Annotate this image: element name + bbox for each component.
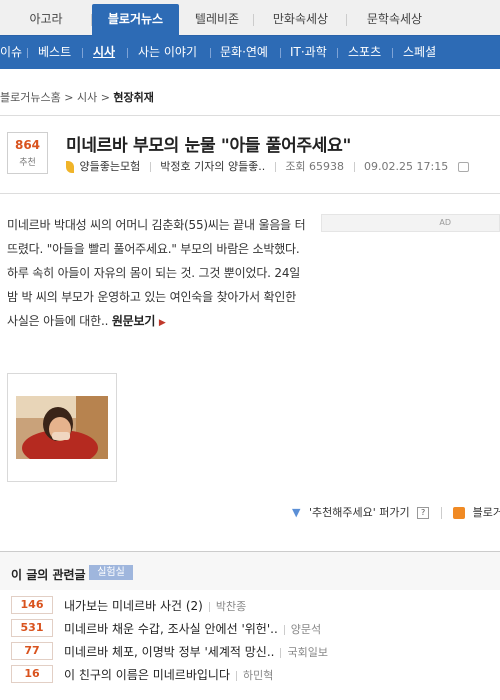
divider bbox=[0, 193, 500, 194]
recommend-row: ▼ '추천해주세요' 퍼가기 ? 블로거.. bbox=[292, 505, 500, 521]
related-posts: 이 글의 관련글 실험실 146 내가보는 미네르바 사건 (2) 박찬종 531… bbox=[0, 551, 500, 700]
related-count: 146 bbox=[11, 596, 53, 614]
related-title-link[interactable]: 이 친구의 이름은 미네르바입니다 bbox=[64, 668, 230, 682]
feather-icon bbox=[66, 161, 74, 173]
related-author[interactable]: 하민혁 bbox=[243, 669, 273, 682]
related-title-link[interactable]: 미네르바 체포, 이명박 정부 '세계적 망신.. bbox=[64, 645, 274, 659]
related-author[interactable]: 박찬종 bbox=[216, 600, 246, 613]
related-item[interactable]: 531 미네르바 채운 수갑, 조사실 안에선 '위헌'.. 양문석 bbox=[0, 619, 500, 639]
blog-name[interactable]: 양들좋는모험 bbox=[80, 160, 141, 174]
help-icon[interactable]: ? bbox=[417, 507, 430, 519]
breadcrumb-current[interactable]: 현장취재 bbox=[113, 91, 153, 104]
blogger-link[interactable]: 블로거.. bbox=[473, 505, 500, 521]
thumbnail-photo bbox=[16, 396, 108, 459]
nav-it-science[interactable]: IT·과학 bbox=[290, 36, 327, 69]
recommend-share-link[interactable]: '추천해주세요' 퍼가기 bbox=[309, 505, 410, 521]
view-count: 조회 65938 bbox=[285, 160, 345, 173]
breadcrumb-separator: > bbox=[100, 91, 110, 104]
article-meta: 양들좋는모험 박정호 기자의 양들좋.. 조회 65938 09.02.25 1… bbox=[66, 160, 469, 174]
related-title-link[interactable]: 미네르바 채운 수갑, 조사실 안에선 '위헌'.. bbox=[64, 622, 278, 636]
recommend-count-box[interactable]: 864 추천 bbox=[7, 132, 48, 174]
nav-issue[interactable]: 이슈 bbox=[0, 36, 22, 69]
nav-life-stories[interactable]: 사는 이야기 bbox=[138, 36, 197, 69]
down-arrow-icon: ▼ bbox=[292, 506, 301, 519]
top-tab-bar: 아고라 블로거뉴스 텔레비존 만화속세상 문학속세상 bbox=[0, 0, 500, 37]
recommend-count: 864 bbox=[14, 138, 41, 152]
arrow-right-icon: ▶ bbox=[158, 318, 166, 328]
related-item[interactable]: 77 미네르바 체포, 이명박 정부 '세계적 망신.. 국회일보 bbox=[0, 642, 500, 662]
article-summary: 미네르바 박대성 씨의 어머니 김춘화(55)씨는 끝내 울음을 터뜨렸다. "… bbox=[7, 213, 309, 335]
nav-culture[interactable]: 문화·연예 bbox=[220, 36, 268, 69]
article-title[interactable]: 미네르바 부모의 눈물 "아들 풀어주세요" bbox=[66, 131, 351, 156]
breadcrumb-home[interactable]: 블로거뉴스홈 bbox=[0, 91, 61, 104]
ad-banner[interactable]: AD bbox=[321, 214, 500, 232]
author-name[interactable]: 박정호 기자의 양들좋.. bbox=[160, 160, 265, 174]
related-count: 16 bbox=[11, 665, 53, 683]
ad-label: AD bbox=[439, 218, 451, 227]
post-date: 09.02.25 17:15 bbox=[364, 160, 449, 173]
tab-label: 문학속세상 bbox=[366, 12, 423, 26]
print-icon[interactable] bbox=[457, 162, 469, 172]
nav-current-affairs[interactable]: 시사 bbox=[93, 36, 115, 69]
related-item[interactable]: 146 내가보는 미네르바 사건 (2) 박찬종 bbox=[0, 596, 500, 616]
related-header: 이 글의 관련글 실험실 bbox=[0, 552, 500, 590]
divider bbox=[0, 115, 500, 116]
breadcrumb: 블로거뉴스홈 > 시사 > 현장취재 bbox=[0, 89, 154, 105]
rss-icon[interactable] bbox=[453, 507, 466, 519]
nav-best[interactable]: 베스트 bbox=[38, 36, 71, 69]
lab-badge[interactable]: 실험실 bbox=[89, 565, 133, 580]
tab-label: 블로거뉴스 bbox=[107, 12, 164, 26]
related-title: 이 글의 관련글 bbox=[11, 568, 86, 582]
recommend-label: 추천 bbox=[19, 158, 36, 168]
related-author[interactable]: 국회일보 bbox=[287, 646, 327, 659]
related-item[interactable]: 16 이 친구의 이름은 미네르바입니다 하민혁 bbox=[0, 665, 500, 685]
article-thumbnail[interactable] bbox=[7, 373, 117, 482]
tab-label: 만화속세상 bbox=[272, 12, 329, 26]
related-author[interactable]: 양문석 bbox=[291, 623, 321, 636]
nav-sports[interactable]: 스포츠 bbox=[348, 36, 381, 69]
tab-literature[interactable]: 문학속세상 bbox=[347, 4, 442, 36]
breadcrumb-section[interactable]: 시사 bbox=[77, 91, 97, 104]
read-original-link[interactable]: 원문보기 bbox=[112, 314, 156, 328]
sub-navigation: 이슈 베스트 시사 사는 이야기 문화·연예 IT·과학 스포츠 스페셜 bbox=[0, 36, 500, 69]
tab-tv[interactable]: 텔레비존 bbox=[180, 4, 254, 36]
tab-cartoon[interactable]: 만화속세상 bbox=[254, 4, 347, 36]
nav-special[interactable]: 스페셜 bbox=[403, 36, 436, 69]
tab-label: 텔레비존 bbox=[194, 12, 240, 26]
tab-blogger-news[interactable]: 블로거뉴스 bbox=[92, 4, 179, 37]
related-count: 77 bbox=[11, 642, 53, 660]
related-title-link[interactable]: 내가보는 미네르바 사건 (2) bbox=[64, 599, 203, 613]
breadcrumb-separator: > bbox=[64, 91, 74, 104]
article-body: 미네르바 박대성 씨의 어머니 김춘화(55)씨는 끝내 울음을 터뜨렸다. "… bbox=[7, 218, 306, 328]
related-count: 531 bbox=[11, 619, 53, 637]
tab-agora[interactable]: 아고라 bbox=[0, 4, 92, 36]
tab-label: 아고라 bbox=[29, 12, 63, 26]
